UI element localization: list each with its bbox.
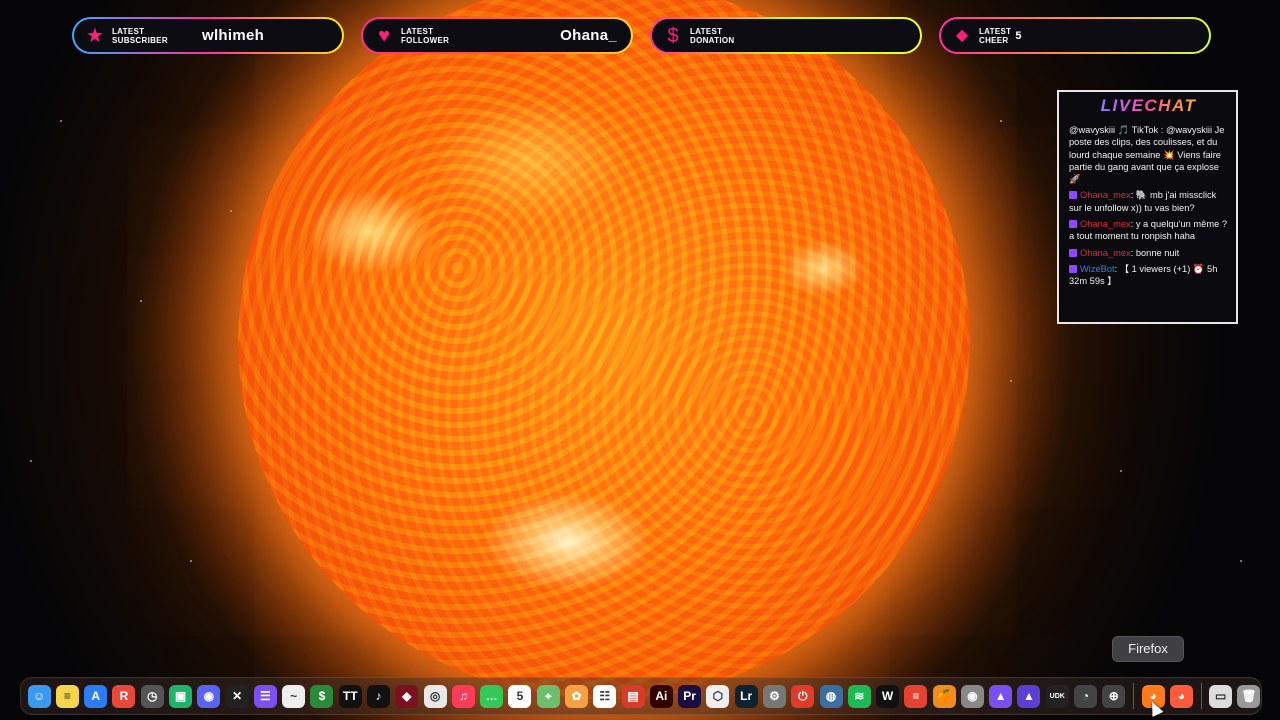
- latest-cheer-label: LATEST CHEER: [979, 26, 1012, 45]
- latest-donation-bar: $ LATEST DONATION: [650, 17, 922, 54]
- camera-icon[interactable]: ◉: [960, 684, 984, 708]
- affinity2-icon[interactable]: ▲: [1017, 684, 1041, 708]
- latest-donation-label: LATEST DONATION: [690, 26, 735, 45]
- antivirus-icon[interactable]: ◆: [395, 684, 419, 708]
- sun-background: [238, 0, 970, 700]
- lightroom-icon[interactable]: Lr: [734, 684, 758, 708]
- chat-username[interactable]: Ohana_mex: [1080, 190, 1131, 200]
- latest-subscriber-value: wlhimeh: [202, 27, 265, 44]
- chat-message: Ohana_mex: bonne nuit: [1069, 247, 1228, 259]
- livechat-panel: LIVECHAT @wavyskiii 🎵 TikTok : @wavyskii…: [1057, 90, 1238, 324]
- gauge-icon[interactable]: ◔: [1074, 684, 1098, 708]
- downloads-folder-icon[interactable]: ▭: [1209, 684, 1233, 708]
- affinity-icon[interactable]: ▲: [989, 684, 1013, 708]
- subscriber-badge-icon: [1069, 220, 1077, 229]
- stack-icon[interactable]: ☰: [253, 684, 277, 708]
- tiktok-icon[interactable]: ♪: [367, 684, 391, 708]
- chat-message: @wavyskiii 🎵 TikTok : @wavyskiii Je post…: [1069, 125, 1225, 185]
- messenger-green-icon[interactable]: ▣: [169, 684, 193, 708]
- settings-icon[interactable]: ⚙: [762, 684, 786, 708]
- latest-cheer-bar: ◆ LATEST CHEER 5: [939, 17, 1211, 54]
- livechat-title: LIVECHAT: [1069, 96, 1228, 116]
- chat-message: WizeBot: 【 1 viewers (+1) ⏰ 5h 32m 59s 】: [1069, 263, 1228, 288]
- latest-follower-label: LATEST FOLLOWER: [401, 26, 450, 45]
- waves-icon[interactable]: W: [876, 684, 900, 708]
- firefox-dev-icon[interactable]: ◕: [1169, 684, 1193, 708]
- tidal-icon[interactable]: TT: [338, 684, 362, 708]
- music-icon[interactable]: ♫: [451, 684, 475, 708]
- sun-texture: [238, 0, 970, 700]
- star-icon: ★: [86, 24, 104, 47]
- reminders-icon[interactable]: ☷: [593, 684, 617, 708]
- chat-username[interactable]: Ohana_mex: [1080, 248, 1131, 258]
- chat-username[interactable]: Ohana_mex: [1080, 219, 1131, 229]
- calendar-icon[interactable]: 5: [508, 684, 532, 708]
- latest-subscriber-label: LATEST SUBSCRIBER: [112, 26, 168, 45]
- audio-icon[interactable]: ⊕: [1102, 684, 1126, 708]
- fl-studio-icon[interactable]: 🍊: [932, 684, 956, 708]
- dock-separator: [1132, 683, 1134, 709]
- money-icon[interactable]: $: [310, 684, 334, 708]
- premiere-icon[interactable]: Pr: [678, 684, 702, 708]
- freeform-icon[interactable]: ~: [282, 684, 306, 708]
- dock-separator: [1200, 683, 1202, 709]
- app-store-icon[interactable]: A: [84, 684, 108, 708]
- notes-icon[interactable]: ≡: [55, 684, 79, 708]
- rewind-icon[interactable]: R: [112, 684, 136, 708]
- dock: ☺ ≡ A R ◷ ▣ ◉ ✕ ☰ ~ $ TT ♪ ◆ ◎ ♫… 5 ⌖ ✿ ☷ ▤ Ai Pr ⬡ Lr ⚙ ⏻ ◍ ≋ W ≡ 🍊 ◉ ▲ ▲…: [20, 677, 1262, 715]
- illustrator-icon[interactable]: Ai: [649, 684, 673, 708]
- trash-icon[interactable]: 🗑: [1237, 684, 1261, 708]
- chrome-icon[interactable]: ◎: [423, 684, 447, 708]
- capcut-icon[interactable]: ✕: [225, 684, 249, 708]
- dollar-icon: $: [667, 24, 679, 47]
- activity-icon[interactable]: ◷: [140, 684, 164, 708]
- power-icon[interactable]: ⏻: [791, 684, 815, 708]
- subscriber-badge-icon: [1069, 248, 1077, 257]
- latest-follower-bar: ♥ LATEST FOLLOWER Ohana_: [361, 17, 633, 54]
- dock-tooltip: Firefox: [1112, 636, 1184, 662]
- chat-message: Ohana_mex: y a quelqu'un même ? a tout m…: [1069, 218, 1228, 243]
- spotify-icon[interactable]: ≋: [847, 684, 871, 708]
- latest-follower-value: Ohana_: [560, 27, 617, 44]
- finder-icon[interactable]: ☺: [27, 684, 51, 708]
- messages-icon[interactable]: …: [480, 684, 504, 708]
- maps-icon[interactable]: ⌖: [536, 684, 560, 708]
- pdf-icon[interactable]: ▤: [621, 684, 645, 708]
- bot-badge-icon: [1069, 264, 1077, 273]
- latest-subscriber-bar: ★ LATEST SUBSCRIBER wlhimeh: [72, 17, 344, 54]
- chat-username[interactable]: WizeBot: [1080, 264, 1115, 274]
- udk-icon[interactable]: UDK: [1045, 684, 1069, 708]
- discord-icon[interactable]: ◉: [197, 684, 221, 708]
- photos-icon[interactable]: ✿: [564, 684, 588, 708]
- subscriber-badge-icon: [1069, 191, 1077, 200]
- quicktime-icon[interactable]: ◍: [819, 684, 843, 708]
- chat-message: Ohana_mex: 🐘 mb j'ai missclick sur le un…: [1069, 189, 1228, 214]
- chat-text: : bonne nuit: [1130, 247, 1180, 258]
- todoist-icon[interactable]: ≡: [904, 684, 928, 708]
- heart-icon: ♥: [378, 24, 390, 47]
- unity-icon[interactable]: ⬡: [706, 684, 730, 708]
- diamond-icon: ◆: [955, 26, 969, 44]
- latest-cheer-value: 5: [1015, 29, 1022, 42]
